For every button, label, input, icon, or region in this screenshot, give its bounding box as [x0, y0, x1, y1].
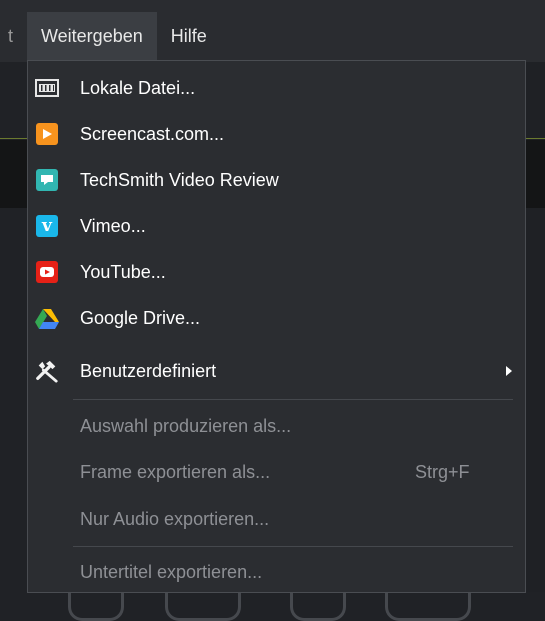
- film-strip-icon: [35, 76, 59, 100]
- menu-item-youtube[interactable]: YouTube...: [28, 249, 525, 295]
- menu-item-vimeo[interactable]: v Vimeo...: [28, 203, 525, 249]
- menu-item-label: Nur Audio exportieren...: [80, 508, 270, 529]
- menu-item-label: Vimeo...: [80, 215, 146, 236]
- youtube-icon: [35, 260, 59, 284]
- audio-icon[interactable]: [290, 592, 346, 621]
- app-bottom-toolbar: [0, 592, 545, 621]
- screen-icon[interactable]: [385, 592, 471, 621]
- menu-item-untertitel-exportieren[interactable]: Untertitel exportieren...: [28, 549, 525, 595]
- menu-item-label: Google Drive...: [80, 307, 201, 328]
- menu-item-label: YouTube...: [80, 261, 166, 282]
- timeline-marker-line: [0, 138, 27, 139]
- menu-bar: t Weitergeben Hilfe: [0, 12, 221, 60]
- menu-item-benutzerdefiniert[interactable]: Benutzerdefiniert: [28, 348, 525, 394]
- menu-item-label: Lokale Datei...: [80, 77, 196, 98]
- menu-item-google-drive[interactable]: Google Drive...: [28, 295, 525, 341]
- tools-icon: [35, 359, 59, 383]
- menu-item-techsmith-video-review[interactable]: TechSmith Video Review: [28, 157, 525, 203]
- menu-item-nur-audio-exportieren[interactable]: Nur Audio exportieren...: [28, 496, 525, 542]
- menu-item-auswahl-produzieren[interactable]: Auswahl produzieren als...: [28, 403, 525, 449]
- menu-item-label: TechSmith Video Review: [80, 169, 279, 190]
- shortcut-label: Strg+F: [415, 461, 470, 482]
- record-icon[interactable]: [68, 592, 124, 621]
- menu-item-label: Screencast.com...: [80, 123, 225, 144]
- screencast-icon: [35, 122, 59, 146]
- menu-separator: [73, 399, 513, 400]
- menu-weitergeben[interactable]: Weitergeben: [27, 12, 157, 60]
- timeline-marker-line-right: [526, 138, 545, 139]
- menu-item-partial[interactable]: t: [0, 12, 27, 60]
- menu-hilfe[interactable]: Hilfe: [157, 12, 221, 60]
- techsmith-video-review-icon: [35, 168, 59, 192]
- submenu-arrow-icon: [506, 366, 512, 376]
- google-drive-icon: [35, 306, 59, 330]
- menu-item-label: Frame exportieren als...: [80, 461, 271, 482]
- menu-item-label: Untertitel exportieren...: [80, 561, 263, 582]
- menu-item-lokale-datei[interactable]: Lokale Datei...: [28, 65, 525, 111]
- menu-separator: [73, 546, 513, 547]
- menu-item-label: Benutzerdefiniert: [80, 360, 217, 381]
- vimeo-icon: v: [35, 214, 59, 238]
- keyboard-icon[interactable]: [165, 592, 241, 621]
- share-dropdown-menu: Lokale Datei... Screencast.com... TechSm…: [27, 60, 526, 593]
- menu-item-label: Auswahl produzieren als...: [80, 415, 292, 436]
- menu-item-frame-exportieren[interactable]: Frame exportieren als... Strg+F: [28, 449, 525, 495]
- menu-item-screencast[interactable]: Screencast.com...: [28, 111, 525, 157]
